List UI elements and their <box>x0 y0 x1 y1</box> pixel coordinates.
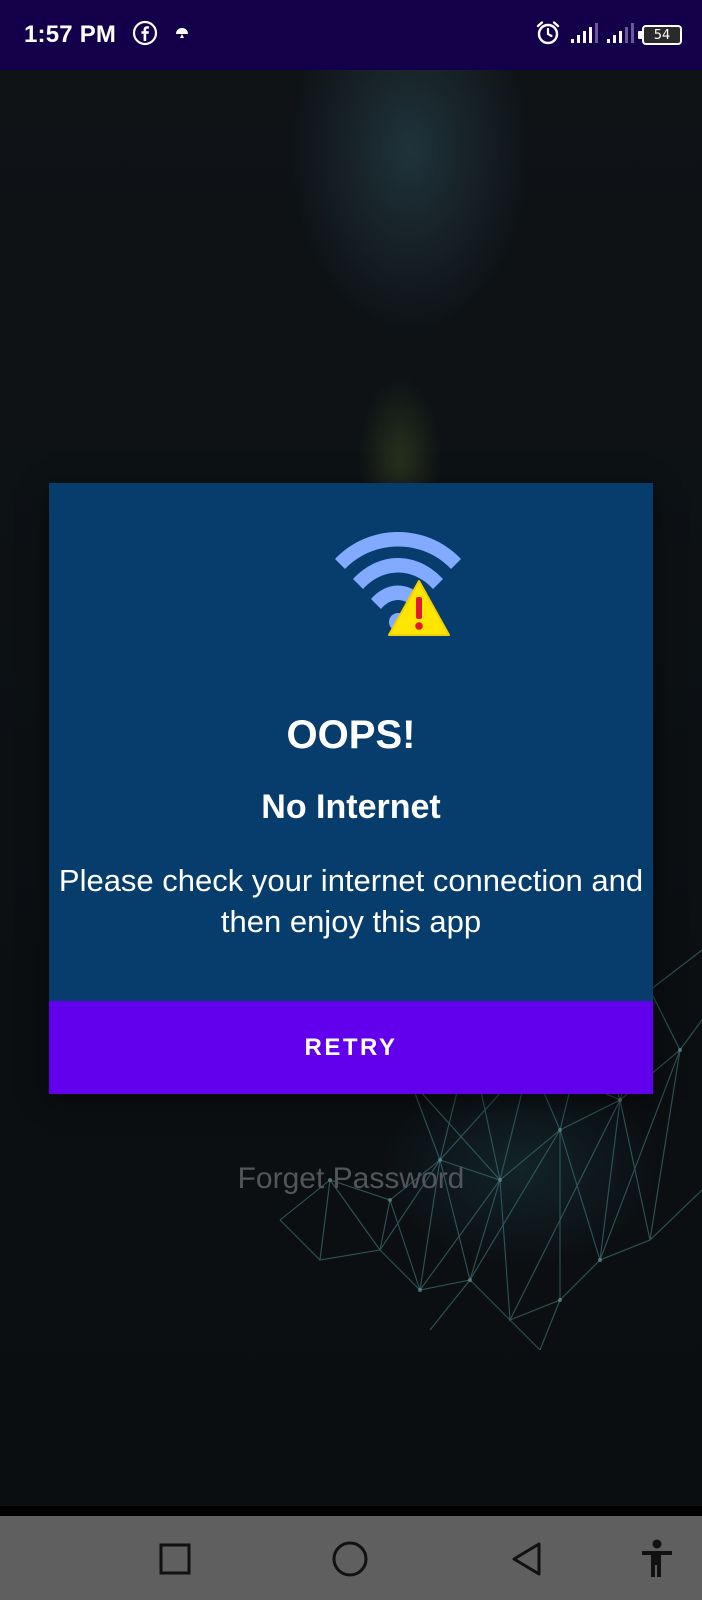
status-time: 1:57 PM <box>24 21 117 48</box>
notification-icon <box>174 25 190 46</box>
alarm-icon <box>534 19 562 52</box>
dialog-title: OOPS! <box>286 713 416 757</box>
dialog-subtitle: No Internet <box>261 788 441 826</box>
signal-icon <box>606 22 634 49</box>
dialog-message: Please check your internet connection an… <box>58 863 644 939</box>
signal-icon <box>570 22 598 49</box>
screen: 1:57 PM 54 Forget Password OOPS! No Inte… <box>0 0 702 1600</box>
wifi-warning-icon <box>335 532 461 636</box>
facebook-icon <box>132 20 158 51</box>
back-icon[interactable] <box>502 1534 552 1584</box>
status-right-icons: 54 <box>534 19 682 52</box>
navigation-bar <box>0 1506 702 1600</box>
retry-button[interactable]: RETRY <box>49 1001 653 1094</box>
no-internet-dialog: OOPS! No Internet Please check your inte… <box>49 483 653 1094</box>
accessibility-icon[interactable] <box>632 1534 682 1584</box>
recents-icon[interactable] <box>150 1534 200 1584</box>
status-left-icons <box>132 20 190 51</box>
status-bar: 1:57 PM 54 <box>0 0 702 70</box>
home-icon[interactable] <box>325 1534 375 1584</box>
battery-icon: 54 <box>638 25 682 45</box>
